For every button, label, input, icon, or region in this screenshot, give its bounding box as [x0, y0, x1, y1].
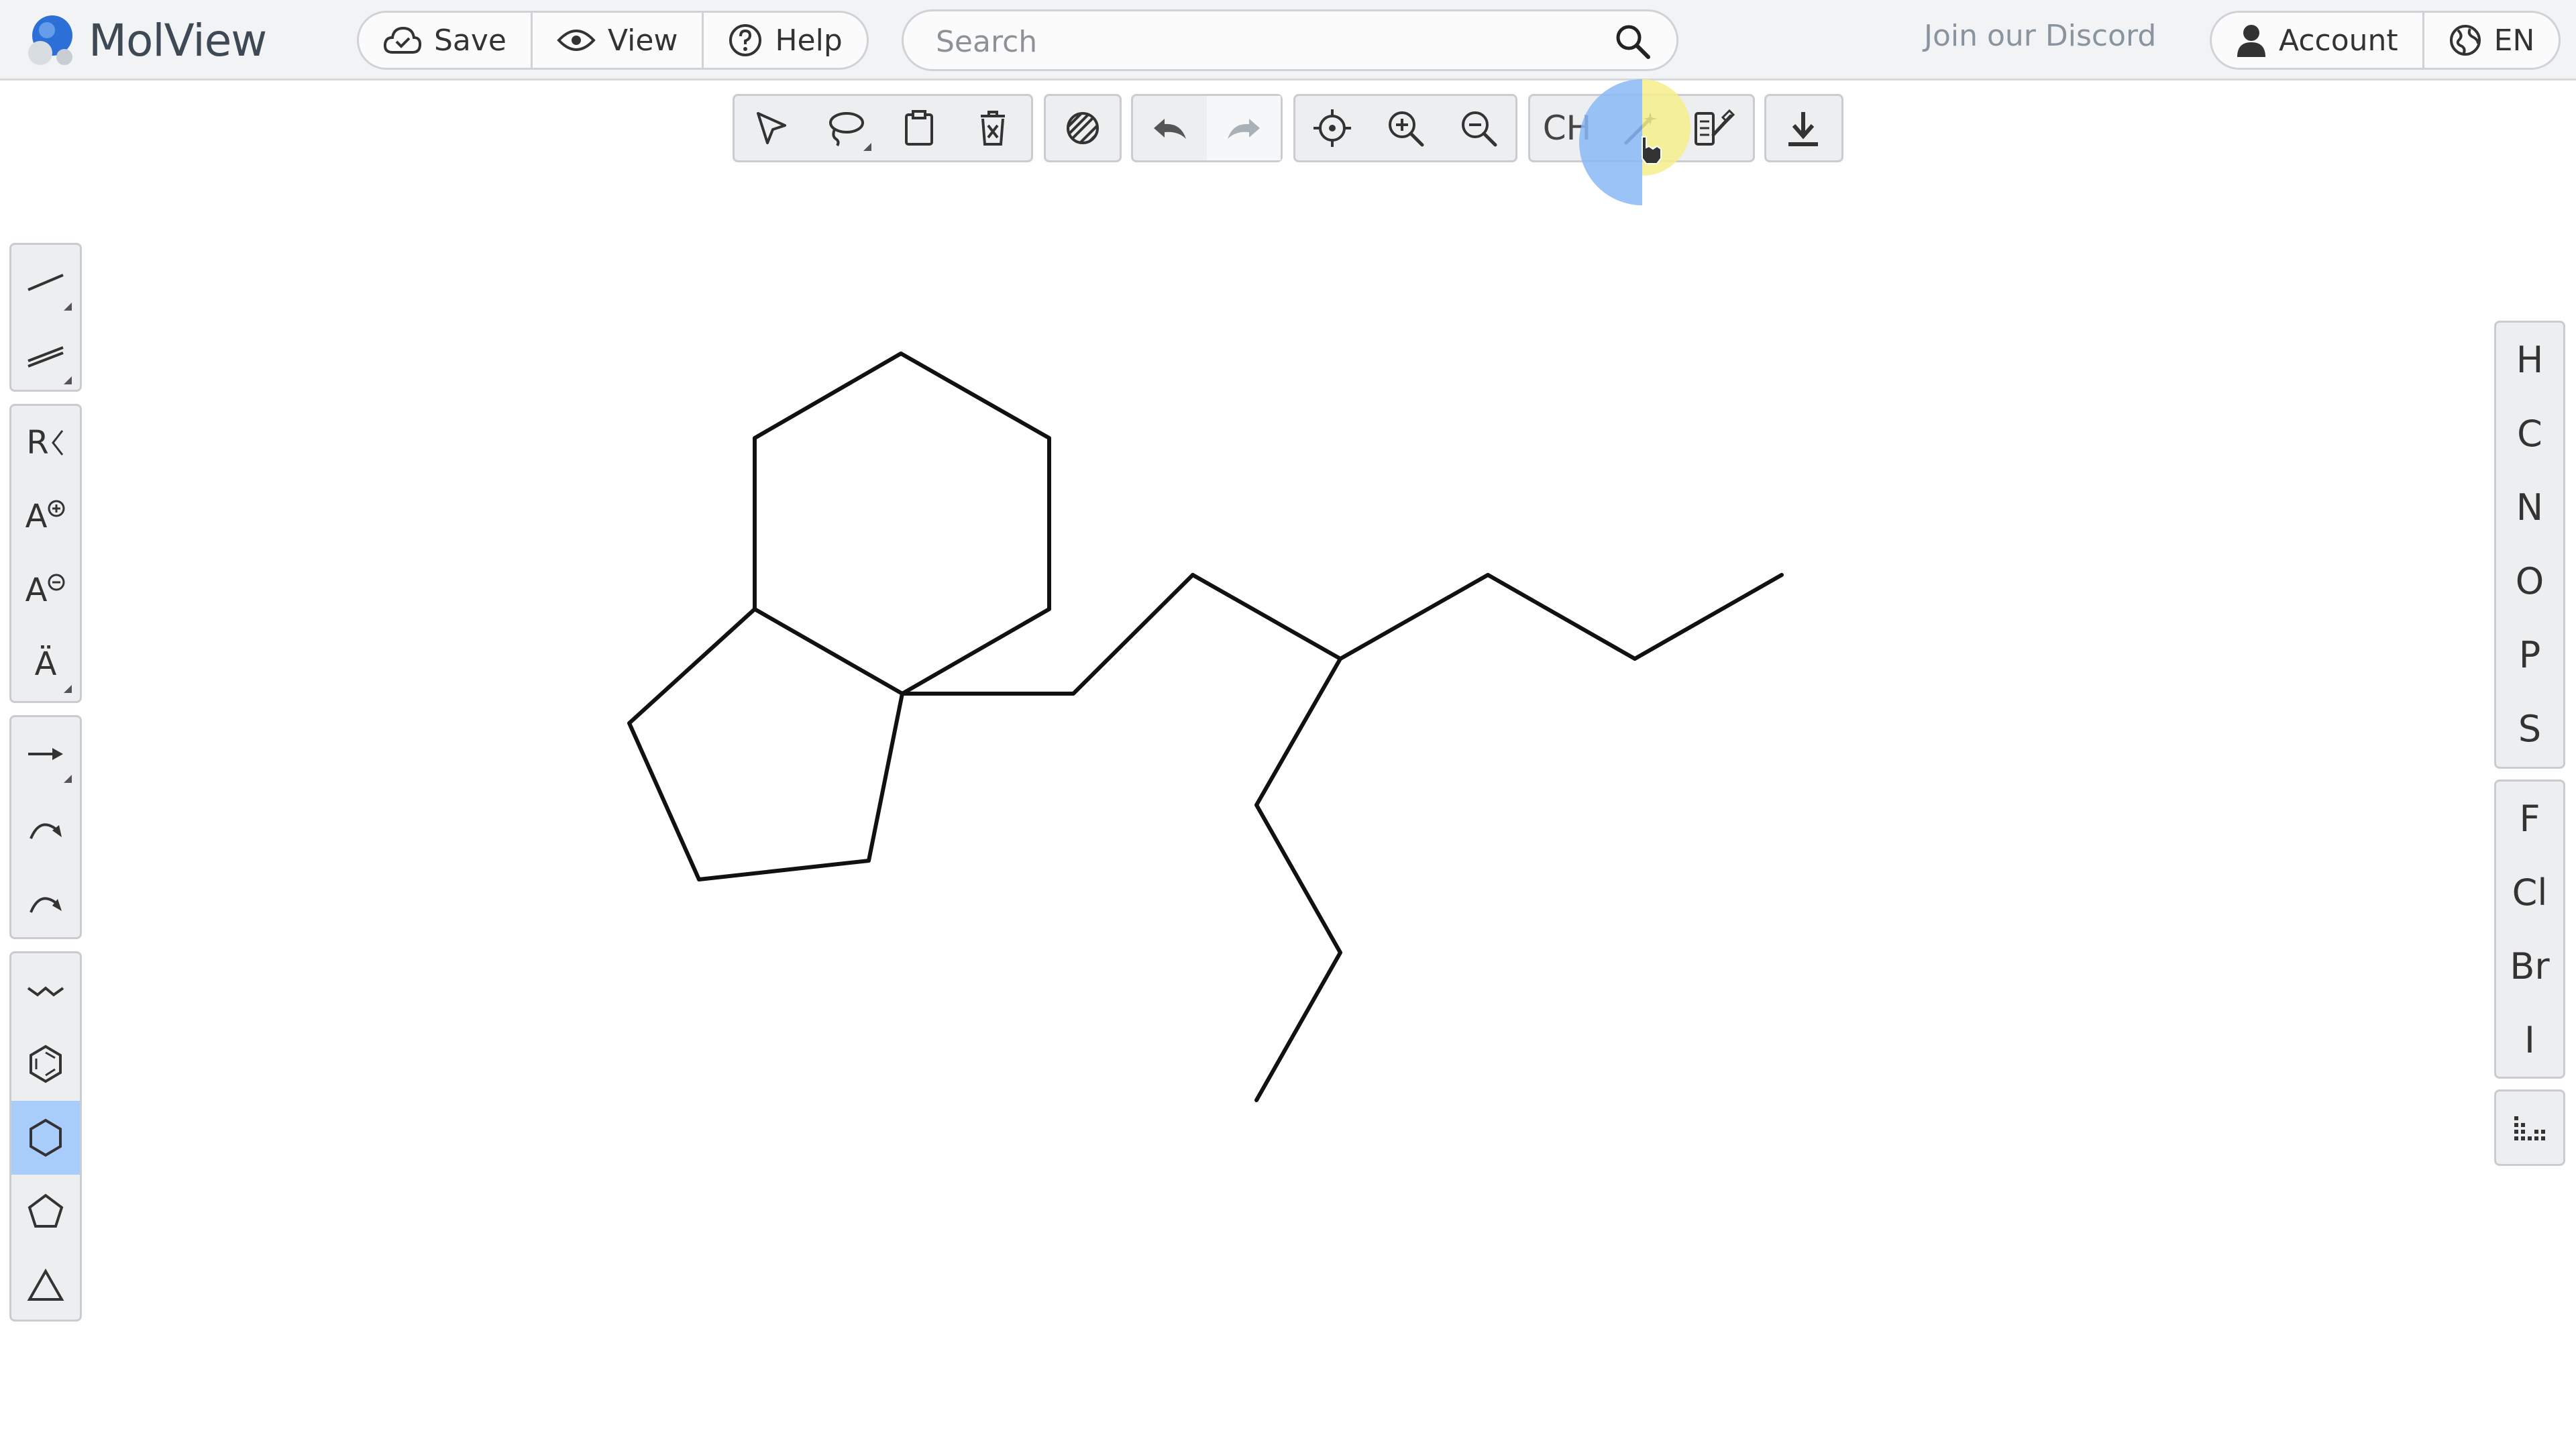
cyclopentane-ring[interactable] [627, 607, 904, 881]
cursor-highlight [1579, 79, 1690, 205]
molecule-structure[interactable] [627, 352, 1784, 1102]
side-chain[interactable] [1254, 657, 1342, 1102]
molecule-canvas[interactable] [0, 0, 2576, 1449]
main-chain[interactable] [900, 573, 1784, 696]
cyclohexane-ring[interactable] [753, 352, 1051, 696]
